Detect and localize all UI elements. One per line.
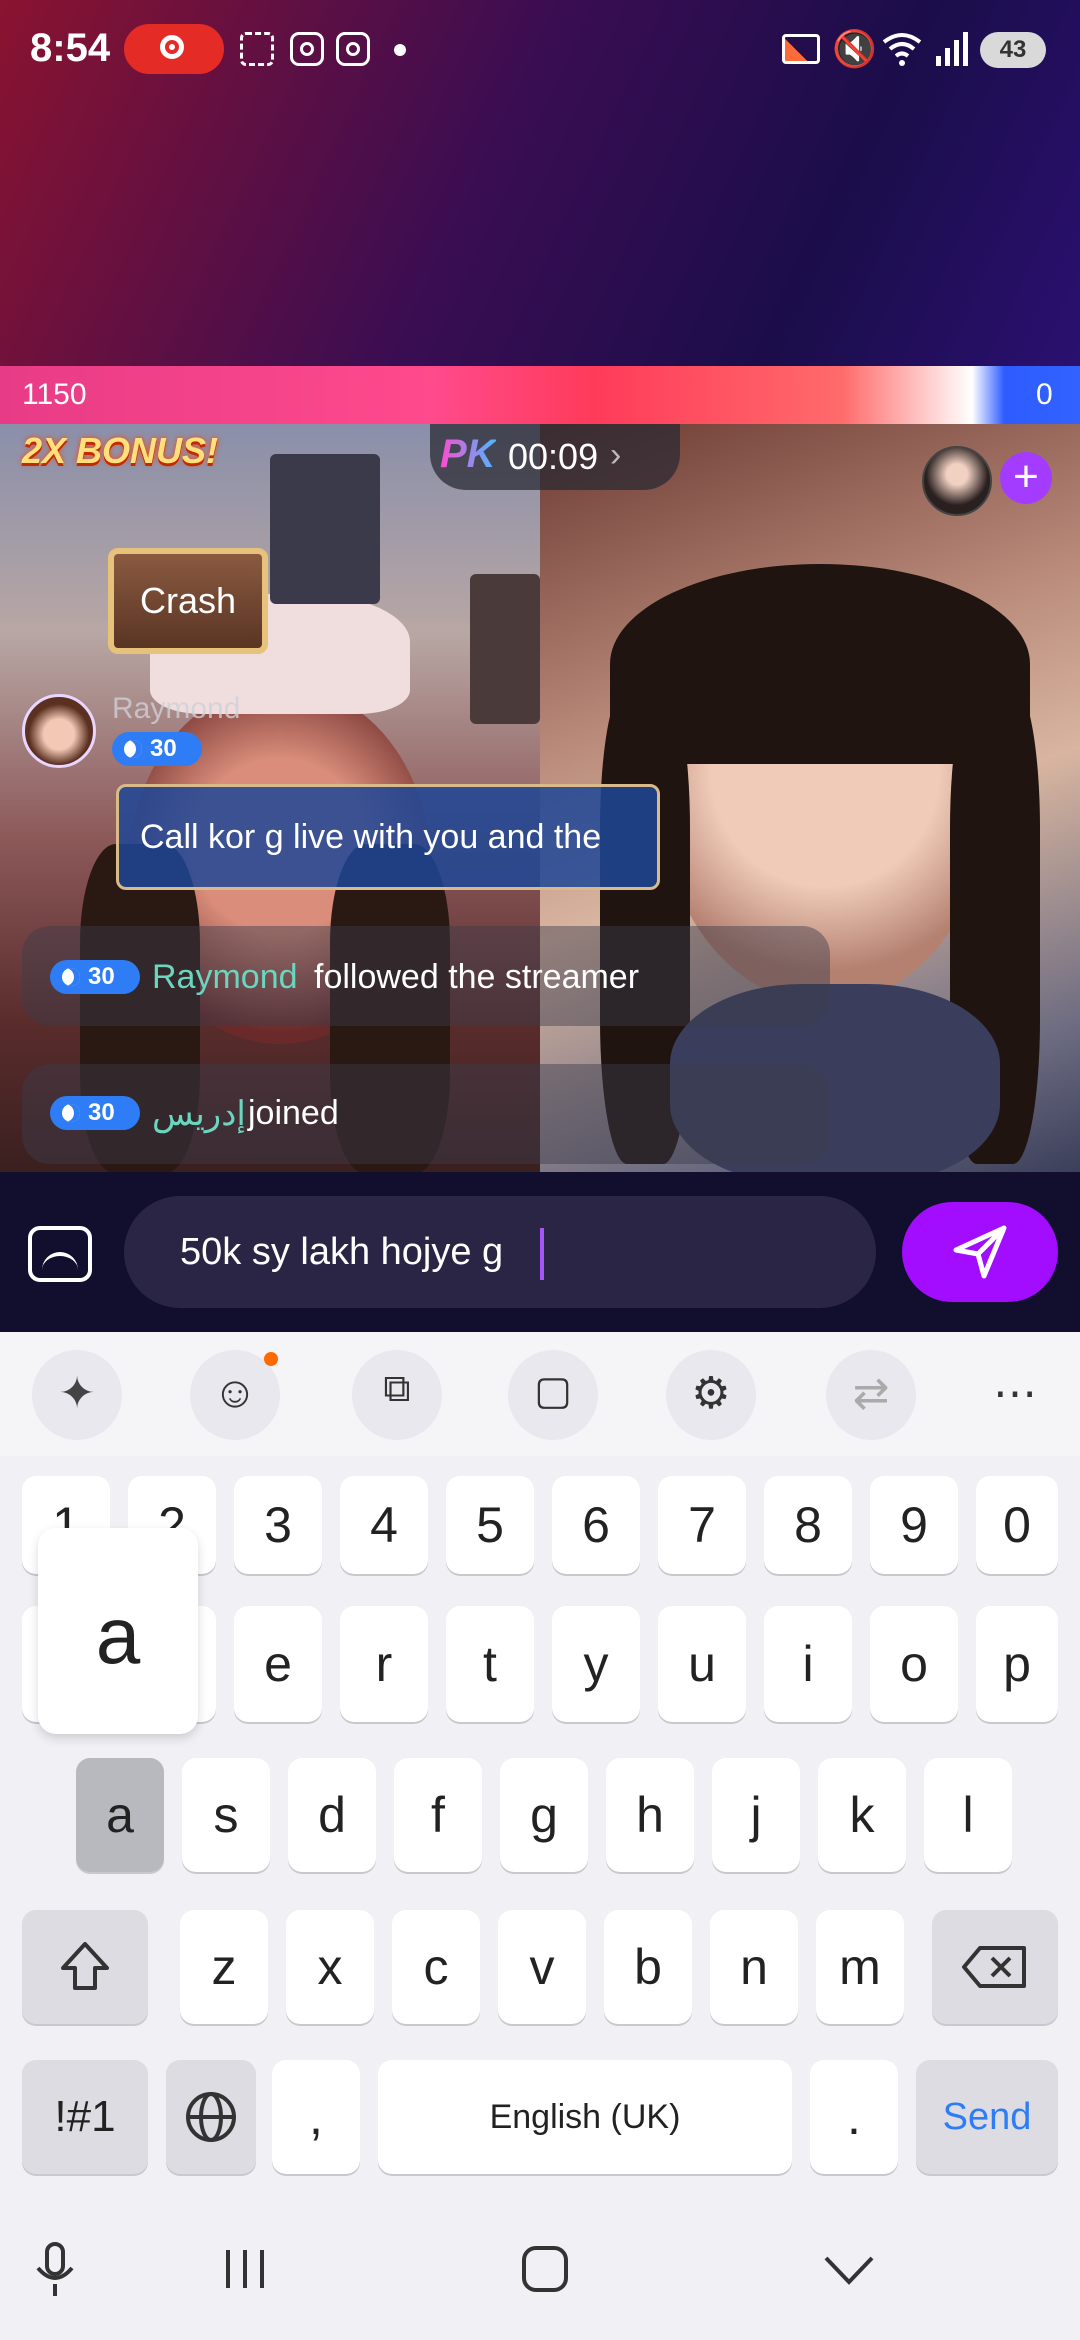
key-e[interactable]: e [234,1606,322,1722]
key-r[interactable]: r [340,1606,428,1722]
bonus-badge: 2X BONUS! [22,430,219,471]
pk-score-bar [0,366,1080,424]
key-g[interactable]: g [500,1758,588,1872]
battery-icon: 43 [980,32,1046,68]
key-3[interactable]: 3 [234,1476,322,1574]
key-b[interactable]: b [604,1910,692,2024]
key-preview-char: a [95,1591,141,1680]
key-0[interactable]: 0 [976,1476,1058,1574]
list-item [22,1064,830,1164]
pk-score-left: 1150 [22,378,87,411]
key-4[interactable]: 4 [340,1476,428,1574]
shift-icon [61,1942,109,1990]
pk-timer: 00:09 [508,436,599,477]
wifi-icon [880,26,924,70]
sparkle-icon-glyph: ✦ [58,1369,96,1418]
send-icon [953,1225,1007,1279]
globe-icon [186,2092,236,2142]
period-key[interactable]: . [810,2060,898,2174]
mic-icon[interactable] [30,2240,80,2300]
pk-score-right: 0 [1036,378,1053,411]
key-9[interactable]: 9 [870,1476,958,1574]
cast-icon [782,34,820,64]
event-text: joined [248,1094,339,1132]
opponent-avatar[interactable] [922,446,992,516]
key-j[interactable]: j [712,1758,800,1872]
key-n[interactable]: n [710,1910,798,2024]
event-username[interactable]: إدريس [152,1094,246,1134]
key-z[interactable]: z [180,1910,268,2024]
key-s[interactable]: s [182,1758,270,1872]
pk-label: PK [440,432,496,476]
key-u[interactable]: u [658,1606,746,1722]
home-icon[interactable] [520,2244,570,2294]
more-icon[interactable]: ⋯ [970,1368,1060,1419]
image-icon[interactable] [28,1226,92,1282]
translate-icon-glyph: ⧉ [383,1368,411,1410]
key-p[interactable]: p [976,1606,1058,1722]
shift-key[interactable] [22,1910,148,2024]
key-v[interactable]: v [498,1910,586,2024]
gift-label: Crash [139,580,237,621]
key-h[interactable]: h [606,1758,694,1872]
backspace-icon [962,1946,1026,1988]
emoji-icon-glyph: ☺ [212,1368,258,1417]
level-badge: 30 [112,732,202,766]
symbols-key[interactable]: !#1 [22,2060,148,2174]
key-t[interactable]: t [446,1606,534,1722]
sync-icon-glyph: ⇄ [852,1369,890,1418]
dot-icon [394,44,406,56]
instagram-icon [336,32,370,66]
key-6[interactable]: 6 [552,1476,640,1574]
space-key[interactable]: English (UK) [378,2060,792,2174]
key-k[interactable]: k [818,1758,906,1872]
chevron-right-icon: › [610,436,622,474]
key-c[interactable]: c [392,1910,480,2024]
key-l[interactable]: l [924,1758,1012,1872]
level-badge: 30 [50,1096,140,1130]
key-8[interactable]: 8 [764,1476,852,1574]
backspace-key[interactable] [932,1910,1058,2024]
recents-icon[interactable] [220,2244,270,2294]
comma-key[interactable]: , [272,2060,360,2174]
instagram-icon [290,32,324,66]
text-caret [540,1228,544,1280]
key-7[interactable]: 7 [658,1476,746,1574]
key-a[interactable]: a [76,1758,164,1872]
mute-icon: 🔇 [832,28,877,69]
key-m[interactable]: m [816,1910,904,2024]
key-d[interactable]: d [288,1758,376,1872]
key-i[interactable]: i [764,1606,852,1722]
signal-icon [934,30,970,68]
send-key[interactable]: Send [916,2060,1058,2174]
status-time: 8:54 [30,26,111,70]
notification-dot [264,1352,278,1366]
comment-input[interactable] [124,1196,876,1308]
event-username[interactable]: Raymond [152,958,298,997]
chat-message-text: Call kor g live with you and the [140,818,602,856]
back-icon[interactable] [822,2250,876,2290]
key-o[interactable]: o [870,1606,958,1722]
screen-record-icon[interactable] [124,24,224,74]
avatar[interactable] [22,694,96,768]
screenshot-icon [240,32,274,66]
clipboard-icon-glyph: ▢ [534,1369,572,1413]
event-text: followed the streamer [314,958,640,996]
key-f[interactable]: f [394,1758,482,1872]
key-5[interactable]: 5 [446,1476,534,1574]
plus-icon[interactable]: + [1000,452,1052,504]
settings-icon-glyph: ⚙ [691,1369,731,1418]
key-x[interactable]: x [286,1910,374,2024]
send-button[interactable] [902,1202,1058,1302]
chat-username[interactable]: Raymond [112,692,240,726]
key-y[interactable]: y [552,1606,640,1722]
language-key[interactable] [166,2060,256,2174]
level-badge: 30 [50,960,140,994]
